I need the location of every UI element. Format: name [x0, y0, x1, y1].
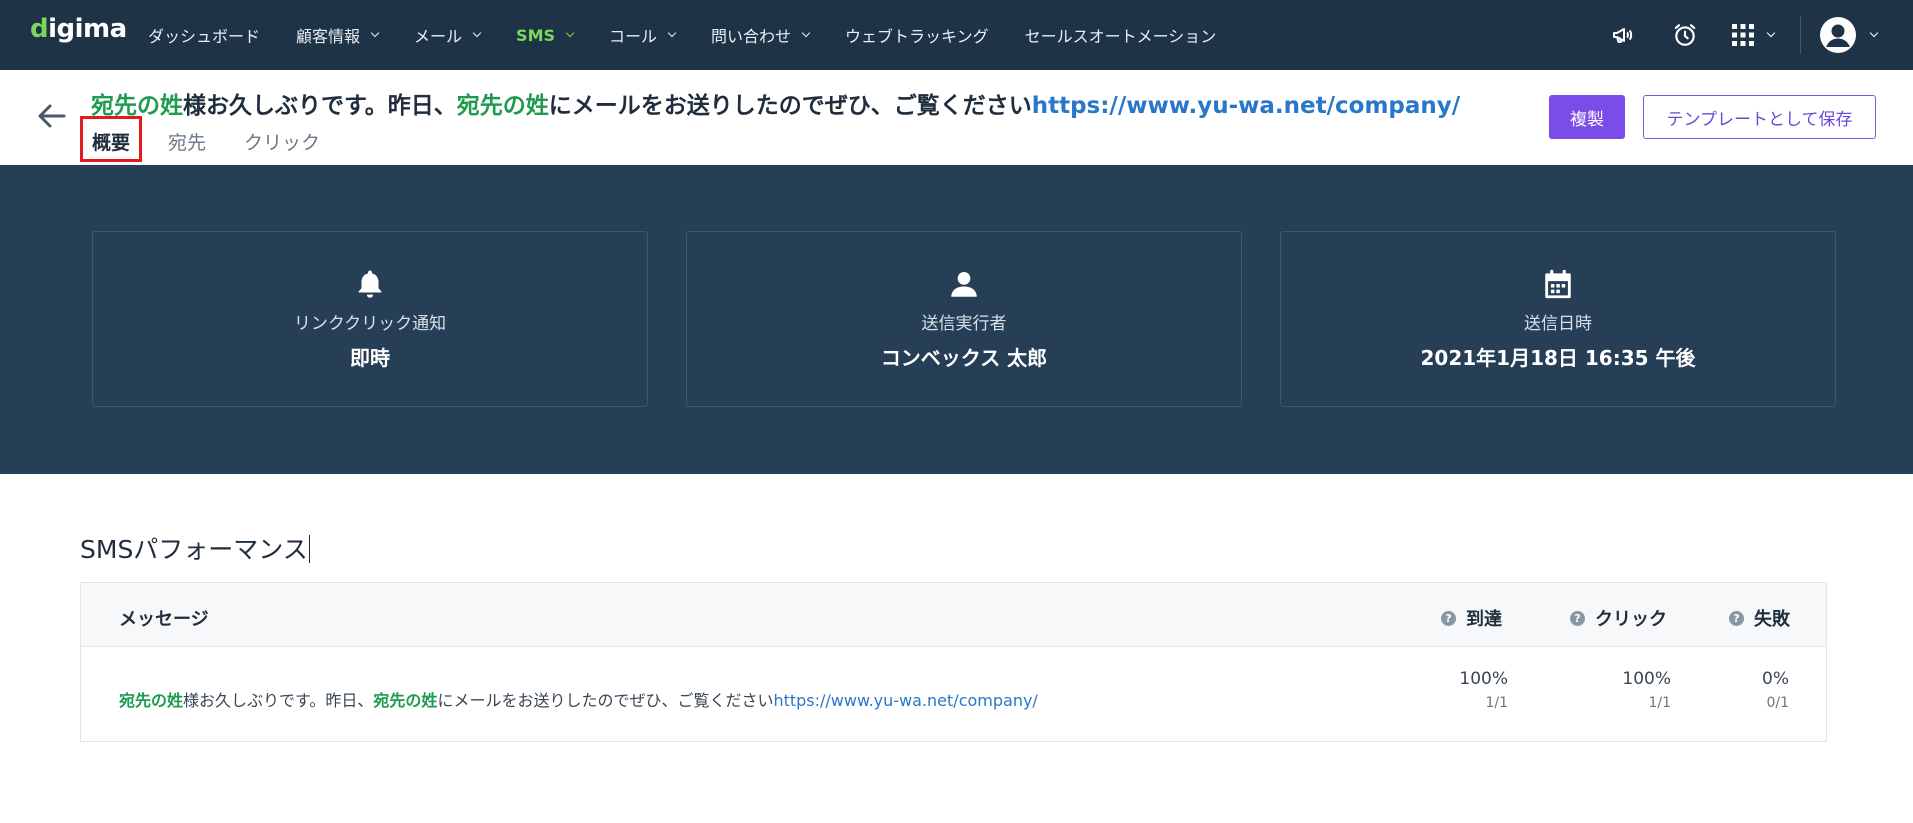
stat-label: リンククリック通知: [293, 314, 447, 334]
merge-field-last-name: 宛先の姓: [456, 93, 549, 119]
message-link[interactable]: https://www.yu-wa.net/company/: [773, 691, 1037, 710]
title-link[interactable]: https://www.yu-wa.net/company/: [1032, 93, 1460, 119]
table-row: 宛先の姓様お久しぶりです。昨日、宛先の姓にメールをお送りしたのでぜひ、ご覧くださ…: [81, 647, 1826, 741]
chevron-down-icon: [801, 28, 811, 38]
merge-field-last-name: 宛先の姓: [119, 691, 184, 710]
bell-icon: [358, 270, 382, 298]
nav-item-label: メール: [414, 27, 463, 46]
stat-value: 即時: [350, 346, 390, 370]
nav-item-sms[interactable]: SMS: [516, 25, 575, 45]
user-menu[interactable]: [1819, 16, 1879, 54]
nav-right-tools: [1576, 0, 1879, 70]
help-icon[interactable]: ?: [1570, 610, 1585, 626]
performance-table: メッセージ ? 到達 ? クリック ? 失敗 宛先の姓様お久しぶりです。昨日、宛先の姓…: [80, 582, 1827, 742]
digima-logo[interactable]: d igima: [30, 14, 127, 44]
column-header-message: メッセージ: [119, 605, 209, 631]
nav-item-label: SMS: [516, 25, 556, 45]
chevron-down-icon: [565, 28, 575, 38]
person-icon: [951, 271, 977, 297]
apps-grid-icon: [1732, 24, 1754, 46]
text-cursor: [308, 535, 311, 563]
nav-item-dashboard[interactable]: ダッシュボード: [148, 23, 260, 47]
page-title: 宛先の姓様お久しぶりです。昨日、宛先の姓にメールをお送りしたのでぜひ、ご覧くださ…: [91, 86, 1460, 120]
column-label: クリック: [1595, 609, 1667, 630]
delivered-percent: 100%: [1459, 669, 1508, 689]
stat-value: コンベックス 太郎: [880, 346, 1048, 370]
stat-label: 送信実行者: [921, 314, 1007, 334]
nav-item-customers[interactable]: 顧客情報: [296, 23, 380, 47]
calendar-icon: [1545, 269, 1571, 299]
logo-text: igima: [48, 14, 127, 44]
delivered-ratio: 1/1: [1485, 695, 1508, 711]
title-text: にメールをお送りしたのでぜひ、ご覧ください: [548, 93, 1032, 119]
column-label: メッセージ: [119, 609, 209, 630]
failed-ratio: 0/1: [1766, 695, 1789, 711]
column-header-delivered: ? 到達: [1441, 605, 1502, 631]
logo-mark: d: [30, 14, 49, 44]
nav-item-call[interactable]: コール: [609, 23, 677, 47]
apps-menu[interactable]: [1732, 24, 1776, 46]
chevron-down-icon: [667, 28, 677, 38]
save-as-template-button[interactable]: テンプレートとして保存: [1643, 95, 1876, 139]
column-label: 失敗: [1754, 609, 1790, 630]
heading-text: SMSパフォーマンス: [80, 535, 308, 564]
tab-recipients[interactable]: 宛先: [156, 116, 218, 164]
main-nav: ダッシュボード 顧客情報 メール SMS コール 問い合わせ ウェブトラッキング…: [148, 0, 1252, 70]
summary-band: リンククリック通知 即時 送信実行者 コンベックス 太郎 送信日時 2021年1…: [0, 165, 1913, 474]
stat-card-sent-datetime: 送信日時 2021年1月18日 16:35 午後: [1280, 231, 1836, 407]
delivered-cell: 100% 1/1: [1459, 669, 1508, 711]
click-ratio: 1/1: [1648, 695, 1671, 711]
stat-card-sender: 送信実行者 コンベックス 太郎: [686, 231, 1242, 407]
megaphone-icon[interactable]: [1608, 20, 1638, 50]
duplicate-button[interactable]: 複製: [1549, 95, 1625, 139]
table-header: メッセージ ? 到達 ? クリック ? 失敗: [81, 583, 1826, 647]
nav-item-label: セールスオートメーション: [1024, 27, 1217, 46]
failed-percent: 0%: [1762, 669, 1789, 689]
chevron-down-icon: [472, 28, 482, 38]
failed-cell: 0% 0/1: [1762, 669, 1789, 711]
help-icon[interactable]: ?: [1441, 610, 1456, 626]
nav-item-email[interactable]: メール: [414, 23, 482, 47]
nav-item-label: ダッシュボード: [148, 27, 261, 46]
nav-item-label: ウェブトラッキング: [845, 27, 989, 46]
chevron-down-icon: [1766, 28, 1776, 38]
nav-item-web-tracking[interactable]: ウェブトラッキング: [845, 23, 989, 47]
stat-value: 2021年1月18日 16:35 午後: [1420, 346, 1696, 370]
chevron-down-icon: [1869, 28, 1879, 38]
detail-tabs: 概要 宛先 クリック: [80, 116, 346, 164]
sms-performance-heading: SMSパフォーマンス: [80, 530, 311, 566]
stat-card-link-click-notification: リンククリック通知 即時: [92, 231, 648, 407]
merge-field-last-name: 宛先の姓: [373, 691, 438, 710]
tab-overview[interactable]: 概要: [80, 116, 143, 162]
nav-item-label: 問い合わせ: [711, 27, 792, 46]
alarm-clock-icon[interactable]: [1670, 20, 1700, 50]
back-arrow-icon[interactable]: [36, 100, 68, 132]
click-cell: 100% 1/1: [1622, 669, 1671, 711]
chevron-down-icon: [370, 28, 380, 38]
column-header-failed: ? 失敗: [1729, 605, 1790, 631]
nav-item-inquiries[interactable]: 問い合わせ: [711, 23, 811, 47]
help-icon[interactable]: ?: [1729, 610, 1744, 626]
message-text: 様お久しぶりです。昨日、: [183, 691, 374, 710]
message-text: にメールをお送りしたのでぜひ、ご覧ください: [437, 691, 774, 710]
stat-label: 送信日時: [1524, 314, 1592, 334]
top-navigation-bar: d igima ダッシュボード 顧客情報 メール SMS コール 問い合わせ ウェ…: [0, 0, 1913, 70]
nav-item-label: コール: [609, 27, 658, 46]
tab-clicks[interactable]: クリック: [232, 116, 332, 164]
column-label: 到達: [1466, 609, 1502, 630]
nav-item-sales-automation[interactable]: セールスオートメーション: [1025, 23, 1217, 47]
nav-item-label: 顧客情報: [296, 27, 361, 46]
column-header-click: ? クリック: [1570, 605, 1667, 631]
message-cell: 宛先の姓様お久しぶりです。昨日、宛先の姓にメールをお送りしたのでぜひ、ご覧くださ…: [119, 687, 1038, 711]
nav-divider: [1800, 16, 1801, 54]
user-avatar-icon: [1820, 17, 1856, 53]
click-percent: 100%: [1622, 669, 1671, 689]
